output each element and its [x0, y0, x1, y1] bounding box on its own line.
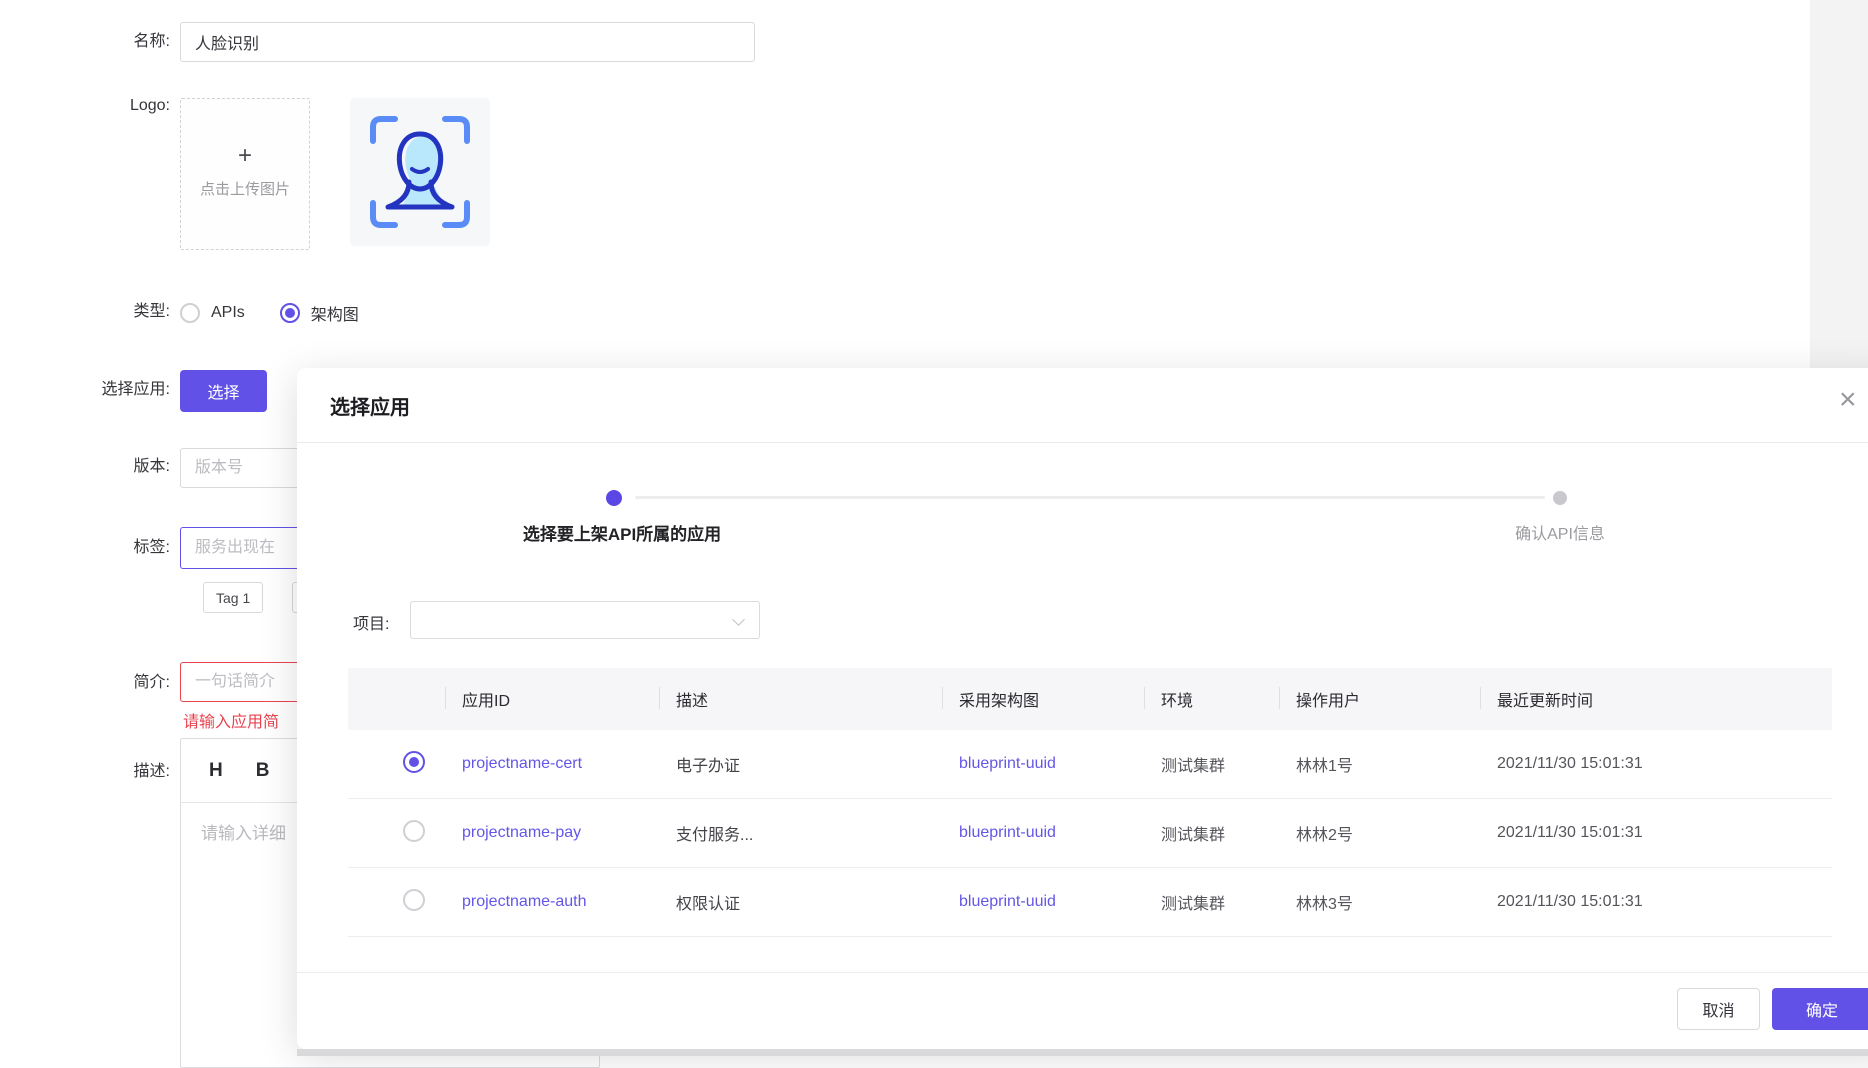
env-cell: 测试集群 — [1144, 890, 1279, 914]
step-dot-1 — [606, 490, 622, 506]
intro-label: 简介: — [0, 672, 170, 694]
column-header-env: 环境 — [1144, 687, 1279, 711]
table-row[interactable]: projectname-auth 权限认证 blueprint-uuid 测试集… — [348, 868, 1832, 937]
column-header-operator: 操作用户 — [1279, 687, 1480, 711]
description-label: 描述: — [0, 761, 170, 783]
env-cell: 测试集群 — [1144, 821, 1279, 845]
row-radio[interactable] — [403, 751, 425, 773]
step-2-label: 确认API信息 — [1440, 520, 1680, 544]
upload-hint: 点击上传图片 — [200, 178, 290, 199]
application-table: 应用ID 描述 采用架构图 环境 操作用户 最近更新时间 projectname… — [348, 668, 1832, 937]
header-divider — [1279, 687, 1280, 709]
name-input[interactable] — [180, 22, 755, 62]
modal-header: 选择应用 × — [297, 368, 1868, 443]
app-id-link[interactable]: projectname-auth — [445, 893, 659, 911]
column-header-updated: 最近更新时间 — [1480, 687, 1832, 711]
row-radio[interactable] — [403, 820, 425, 842]
row-radio[interactable] — [403, 889, 425, 911]
table-header-row: 应用ID 描述 采用架构图 环境 操作用户 最近更新时间 — [348, 668, 1832, 730]
version-label: 版本: — [0, 456, 170, 478]
logo-label: Logo: — [0, 95, 170, 117]
header-divider — [445, 687, 446, 709]
tag-chip[interactable]: Tag 1 — [203, 582, 263, 613]
select-app-button[interactable]: 选择 — [180, 370, 267, 412]
radio-architecture-label[interactable]: 架构图 — [311, 301, 359, 325]
type-label: 类型: — [0, 301, 170, 323]
tag-chip-label: Tag 1 — [216, 590, 250, 606]
radio-apis-label[interactable]: APIs — [211, 304, 245, 322]
footer-divider — [297, 972, 1868, 973]
logo-upload-dropzone[interactable]: + 点击上传图片 — [180, 98, 310, 250]
blueprint-link[interactable]: blueprint-uuid — [942, 755, 1144, 773]
page-bottom-edge — [297, 1049, 1868, 1056]
env-cell: 测试集群 — [1144, 752, 1279, 776]
radio-apis[interactable] — [180, 303, 200, 323]
bold-button[interactable]: B — [256, 760, 270, 782]
app-desc: 权限认证 — [659, 890, 942, 914]
modal-title: 选择应用 — [330, 391, 410, 420]
header-divider — [1144, 687, 1145, 709]
tags-label: 标签: — [0, 537, 170, 559]
heading-button[interactable]: H — [209, 760, 223, 782]
select-app-label: 选择应用: — [0, 379, 170, 401]
type-radio-group: APIs 架构图 — [180, 301, 383, 325]
confirm-button[interactable]: 确定 — [1772, 988, 1868, 1030]
radio-architecture[interactable] — [280, 303, 300, 323]
name-label: 名称: — [0, 31, 170, 53]
logo-preview — [350, 98, 490, 246]
operator-cell: 林林2号 — [1279, 821, 1480, 845]
step-dot-2 — [1553, 491, 1567, 505]
step-track — [635, 496, 1545, 499]
header-divider — [1480, 687, 1481, 709]
updated-cell: 2021/11/30 15:01:31 — [1480, 755, 1832, 773]
operator-cell: 林林1号 — [1279, 752, 1480, 776]
column-header-app-id: 应用ID — [445, 687, 659, 711]
table-row[interactable]: projectname-pay 支付服务... blueprint-uuid 测… — [348, 799, 1832, 868]
updated-cell: 2021/11/30 15:01:31 — [1480, 893, 1832, 911]
close-icon[interactable]: × — [1839, 385, 1857, 415]
chevron-down-icon — [732, 613, 745, 626]
header-divider — [942, 687, 943, 709]
cancel-button[interactable]: 取消 — [1677, 988, 1760, 1030]
app-id-link[interactable]: projectname-cert — [445, 755, 659, 773]
app-desc: 支付服务... — [659, 821, 942, 845]
face-scan-icon — [368, 114, 472, 230]
page-right-gutter — [1810, 0, 1868, 368]
intro-error-message: 请输入应用简 — [183, 708, 279, 732]
column-header-desc: 描述 — [659, 687, 942, 711]
column-header-blueprint: 采用架构图 — [942, 687, 1144, 711]
step-1-label: 选择要上架API所属的应用 — [502, 520, 742, 545]
plus-icon: + — [238, 144, 252, 168]
project-select[interactable] — [410, 601, 760, 639]
project-label: 项目: — [353, 610, 389, 634]
operator-cell: 林林3号 — [1279, 890, 1480, 914]
header-divider — [659, 687, 660, 709]
app-id-link[interactable]: projectname-pay — [445, 824, 659, 842]
app-desc: 电子办证 — [659, 752, 942, 776]
blueprint-link[interactable]: blueprint-uuid — [942, 893, 1144, 911]
blueprint-link[interactable]: blueprint-uuid — [942, 824, 1144, 842]
select-application-modal: 选择应用 × 选择要上架API所属的应用 确认API信息 项目: 应用ID 描述… — [297, 368, 1868, 1049]
updated-cell: 2021/11/30 15:01:31 — [1480, 824, 1832, 842]
table-row[interactable]: projectname-cert 电子办证 blueprint-uuid 测试集… — [348, 730, 1832, 799]
